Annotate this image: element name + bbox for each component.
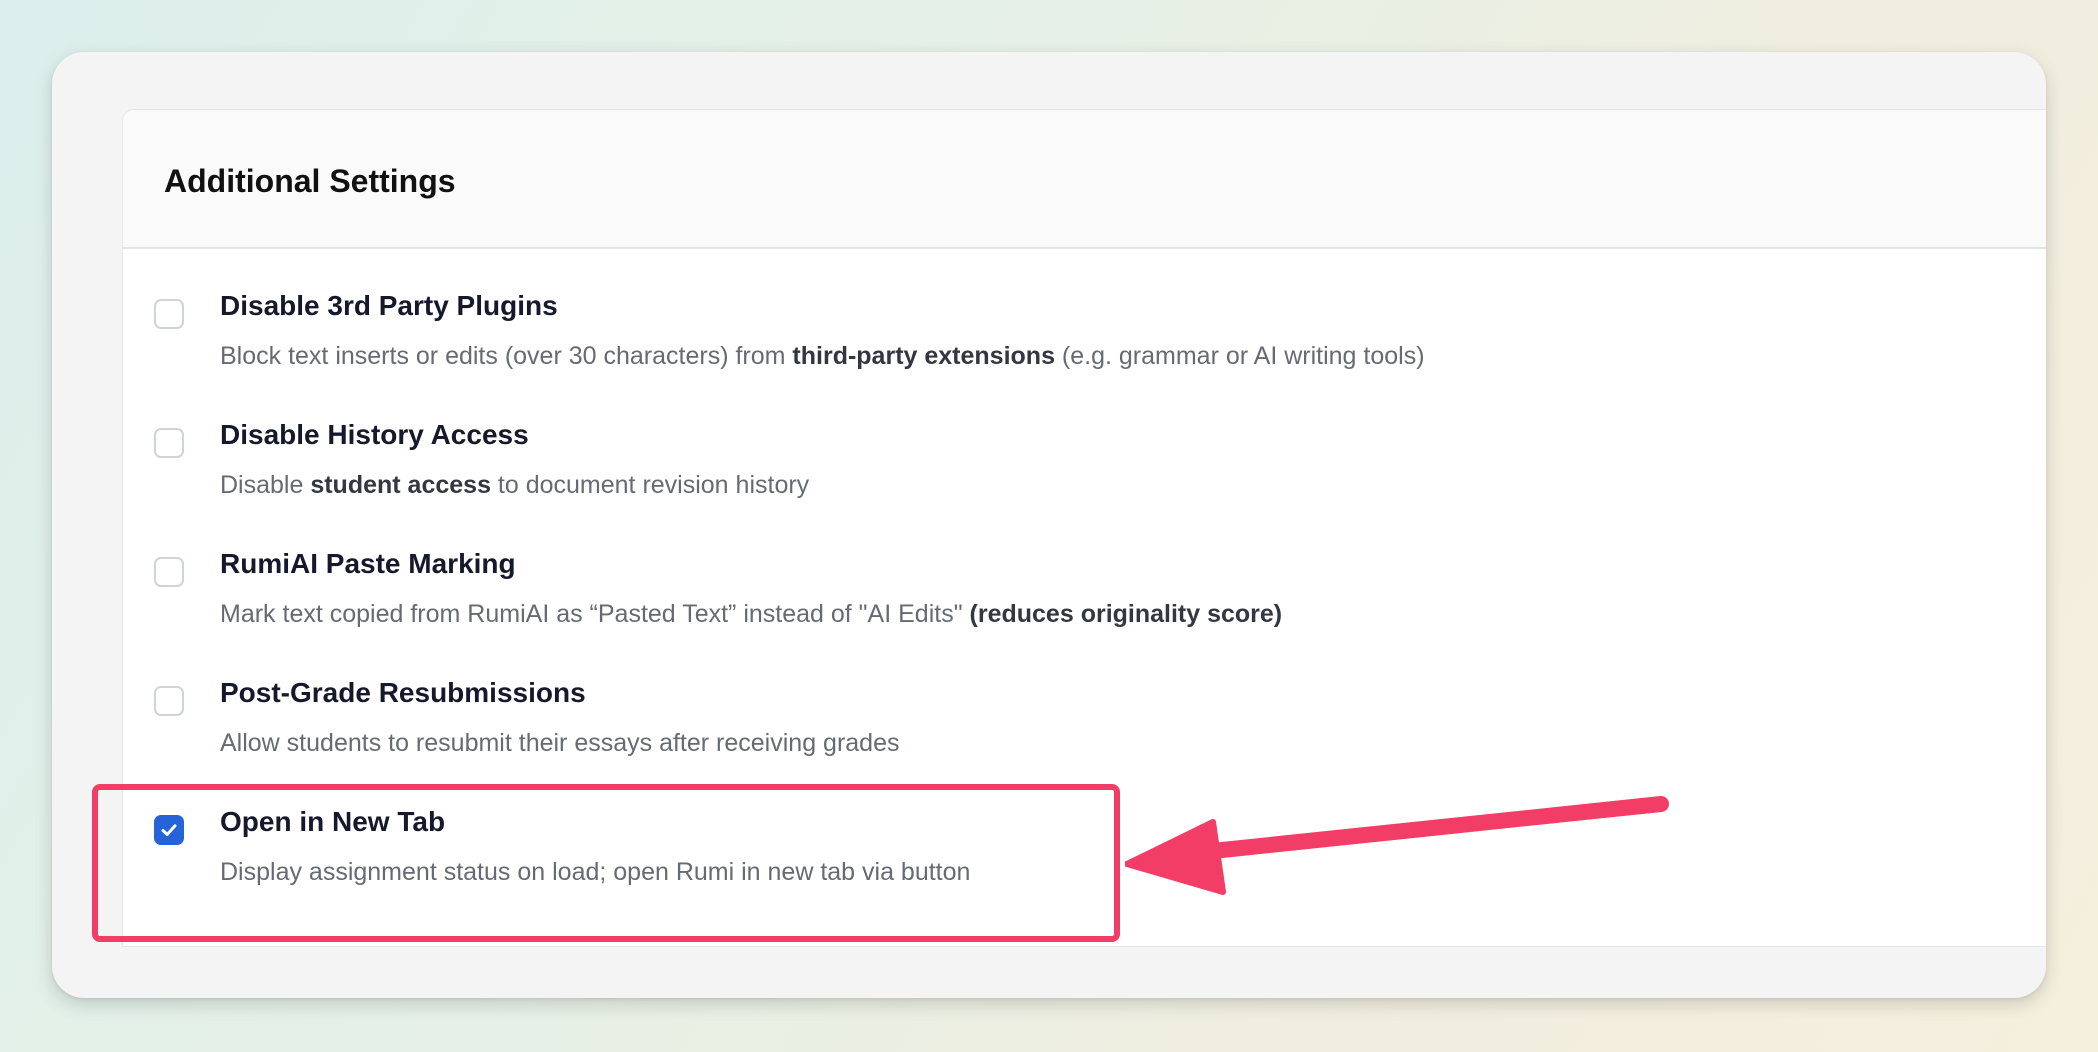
checkbox-disable-plugins[interactable] (154, 299, 184, 329)
setting-title: Open in New Tab (220, 806, 446, 837)
settings-panel: Additional Settings Disable 3rd Party Pl… (122, 109, 2046, 947)
panel-title: Additional Settings (164, 163, 456, 199)
setting-paste-marking: RumiAI Paste Marking Mark text copied fr… (123, 548, 2046, 658)
setting-description: Disable student access to document revis… (220, 471, 810, 499)
setting-title: Disable 3rd Party Plugins (220, 290, 558, 321)
panel-header: Additional Settings (123, 110, 2046, 249)
setting-disable-history: Disable History Access Disable student a… (123, 419, 2046, 529)
setting-description: Mark text copied from RumiAI as “Pasted … (220, 600, 1283, 628)
setting-description: Block text inserts or edits (over 30 cha… (220, 342, 1425, 370)
checkbox-disable-history[interactable] (154, 428, 184, 458)
setting-disable-plugins: Disable 3rd Party Plugins Block text ins… (123, 290, 2046, 400)
setting-title: Disable History Access (220, 419, 529, 450)
setting-title: Post-Grade Resubmissions (220, 677, 586, 708)
checkbox-paste-marking[interactable] (154, 557, 184, 587)
setting-description: Display assignment status on load; open … (220, 858, 971, 886)
check-icon (161, 824, 177, 836)
checkbox-resubmissions[interactable] (154, 686, 184, 716)
setting-title: RumiAI Paste Marking (220, 548, 516, 579)
setting-open-new-tab: Open in New Tab Display assignment statu… (123, 806, 2046, 916)
setting-resubmissions: Post-Grade Resubmissions Allow students … (123, 677, 2046, 787)
checkbox-open-new-tab[interactable] (154, 815, 184, 845)
app-window: Additional Settings Disable 3rd Party Pl… (52, 52, 2046, 998)
setting-description: Allow students to resubmit their essays … (220, 729, 900, 757)
